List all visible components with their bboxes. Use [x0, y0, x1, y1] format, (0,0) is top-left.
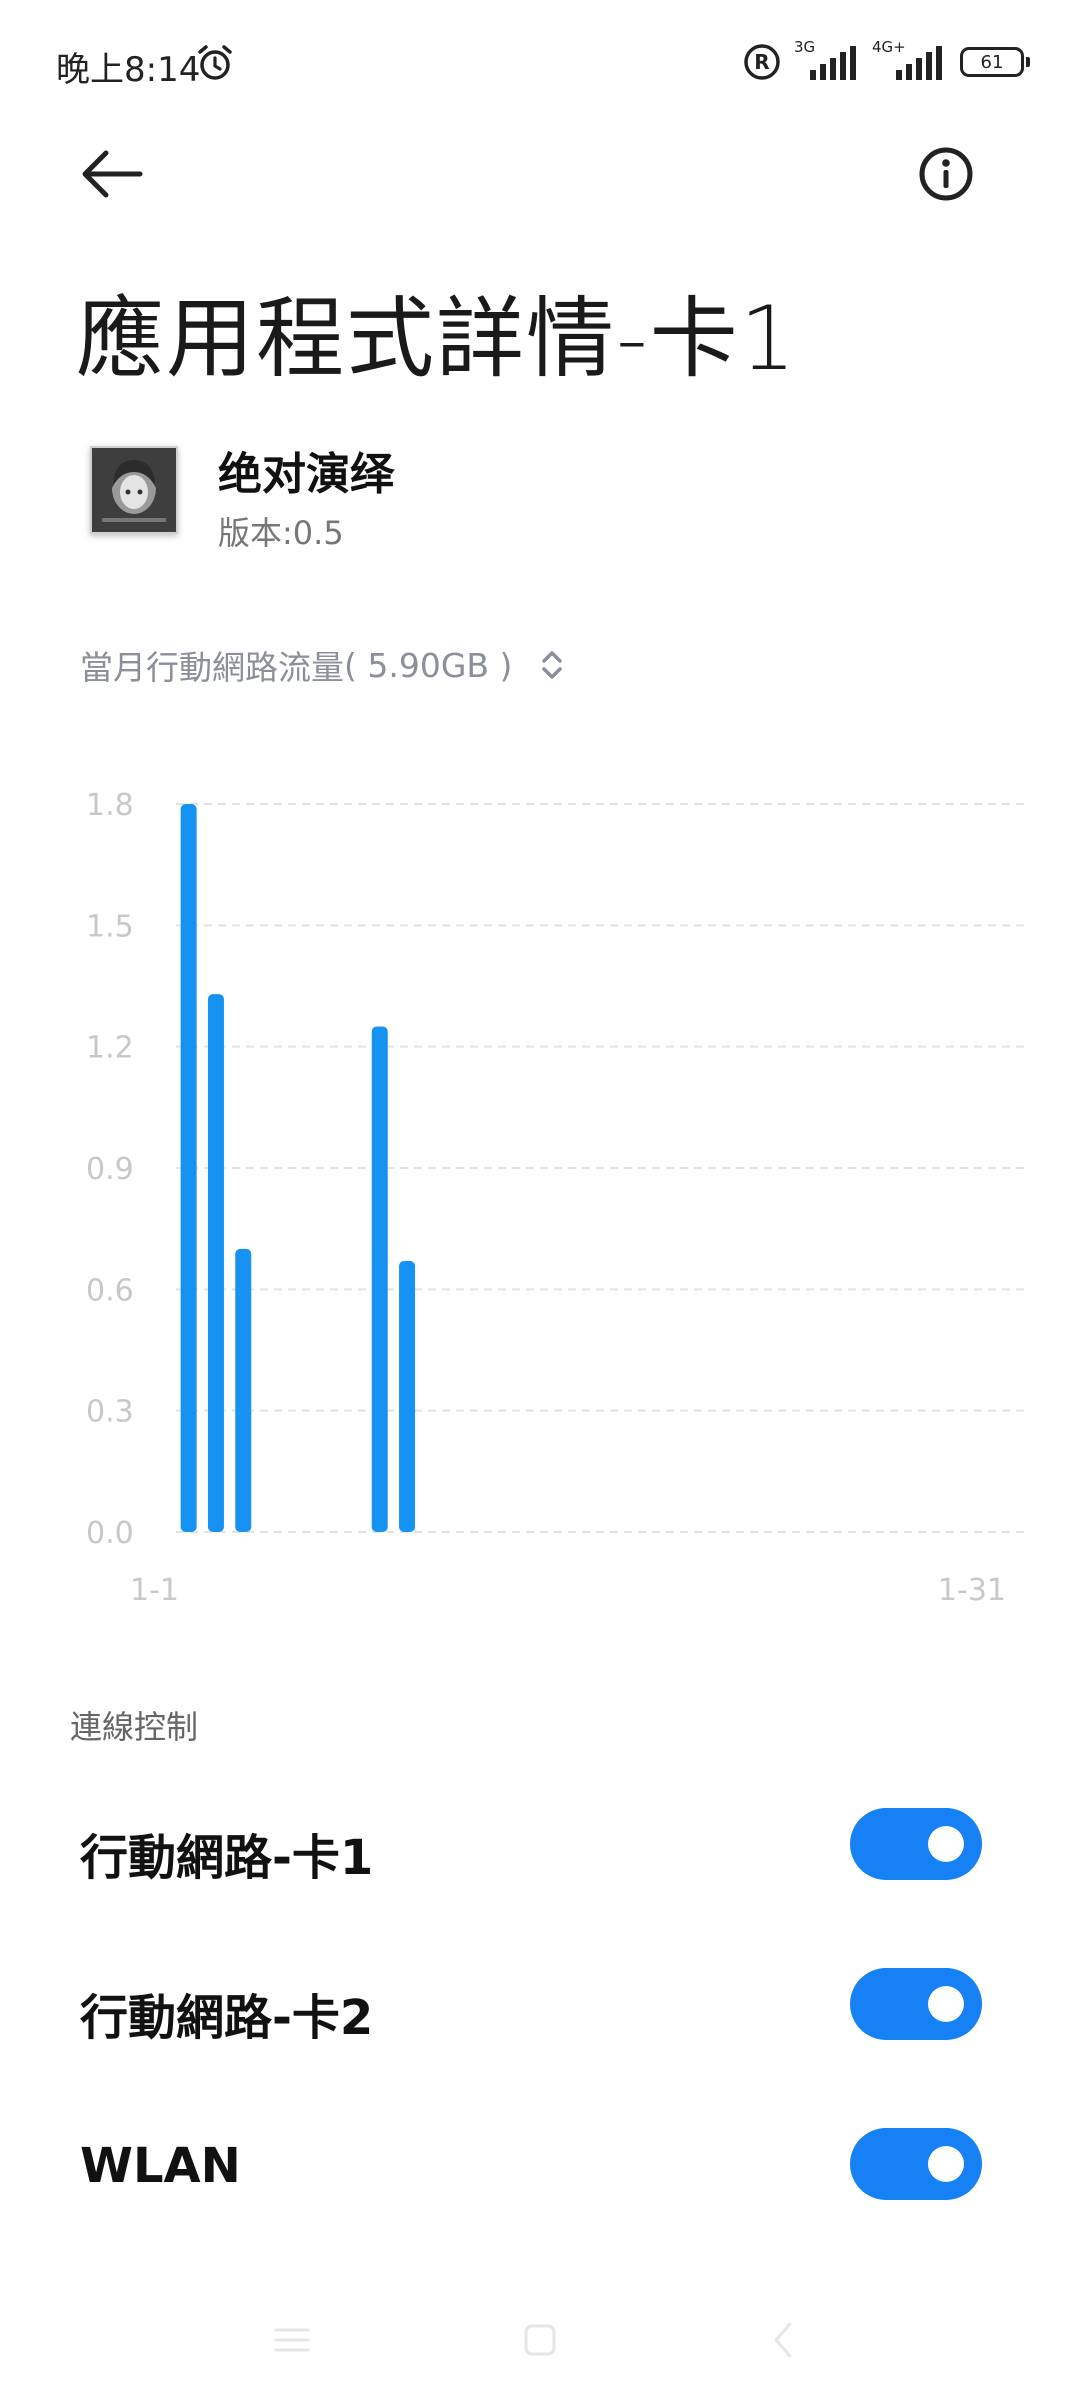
toggle-knob	[928, 2146, 964, 2182]
usage-label: 當月行動網路流量	[80, 648, 344, 687]
x-tick-label-start: 1-1	[130, 1573, 179, 1608]
back-button[interactable]	[72, 136, 152, 216]
mobile-data-sim1-toggle[interactable]	[850, 1808, 982, 1880]
usage-bar	[371, 1026, 388, 1532]
y-tick-label: 1.5	[86, 909, 134, 944]
toggle-label: 行動網路-卡2	[80, 1990, 374, 2046]
usage-bar	[180, 804, 197, 1532]
y-tick-label: 1.8	[86, 788, 134, 823]
app-icon	[90, 446, 178, 534]
sim2-signal: 4G+	[872, 38, 948, 82]
toggle-knob	[928, 1826, 964, 1862]
app-name: 绝对演绎	[218, 449, 394, 500]
y-tick-label: 1.2	[86, 1031, 134, 1066]
svg-text:R: R	[754, 50, 769, 74]
battery-level: 61	[980, 51, 1004, 73]
nav-back-icon[interactable]	[754, 2310, 814, 2370]
info-button[interactable]	[906, 136, 986, 216]
sim1-signal: 3G	[794, 38, 860, 82]
usage-bar	[235, 1248, 252, 1532]
status-indicators: R 3G 4G+ 61	[742, 38, 1030, 84]
usage-bar-chart: 0.0 0.3 0.6 0.9 1.2 1.5 1.8 1-1 1-31	[86, 788, 1030, 1608]
registered-icon: R	[744, 44, 780, 80]
signal-icon	[896, 46, 942, 80]
toggle-knob	[928, 1986, 964, 2022]
toggle-row-mobile-sim2: 行動網路-卡2	[0, 1946, 1080, 2066]
back-arrow-icon	[82, 150, 143, 198]
usage-bar	[207, 994, 224, 1532]
y-tick-label: 0.6	[86, 1273, 134, 1308]
battery-icon: 61	[960, 47, 1030, 77]
info-icon	[919, 147, 973, 201]
app-version: 版本:0.5	[218, 514, 344, 552]
section-label-connection: 連線控制	[70, 1708, 199, 1746]
signal-icon	[810, 46, 856, 80]
y-tick-label: 0.3	[86, 1395, 134, 1430]
y-tick-label: 0.0	[86, 1516, 134, 1551]
navigation-bar	[0, 2280, 1080, 2400]
usage-bar	[399, 1261, 416, 1532]
status-bar: 晚上8:14 R 3G 4G+ 61	[0, 0, 1080, 130]
home-icon[interactable]	[510, 2310, 570, 2370]
up-down-chevron-icon	[542, 651, 563, 679]
y-tick-label: 0.9	[86, 1152, 134, 1187]
usage-value: ( 5.90GB )	[344, 645, 513, 685]
toggle-row-mobile-sim1: 行動網路-卡1	[0, 1786, 1080, 1906]
toggle-row-wlan: WLAN	[0, 2106, 1080, 2226]
status-time: 晚上8:14	[56, 50, 201, 90]
toggle-label: WLAN	[80, 2138, 241, 2194]
alarm-clock-icon	[198, 45, 232, 80]
usage-period-selector[interactable]: 當月行動網路流量 ( 5.90GB )	[80, 640, 566, 690]
toggle-label: 行動網路-卡1	[80, 1830, 374, 1886]
x-tick-label-end: 1-31	[938, 1573, 1006, 1608]
page-title: 應用程式詳情-卡1	[76, 287, 798, 390]
wlan-toggle[interactable]	[850, 2128, 982, 2200]
mobile-data-sim2-toggle[interactable]	[850, 1968, 982, 2040]
menu-icon[interactable]	[262, 2310, 322, 2370]
